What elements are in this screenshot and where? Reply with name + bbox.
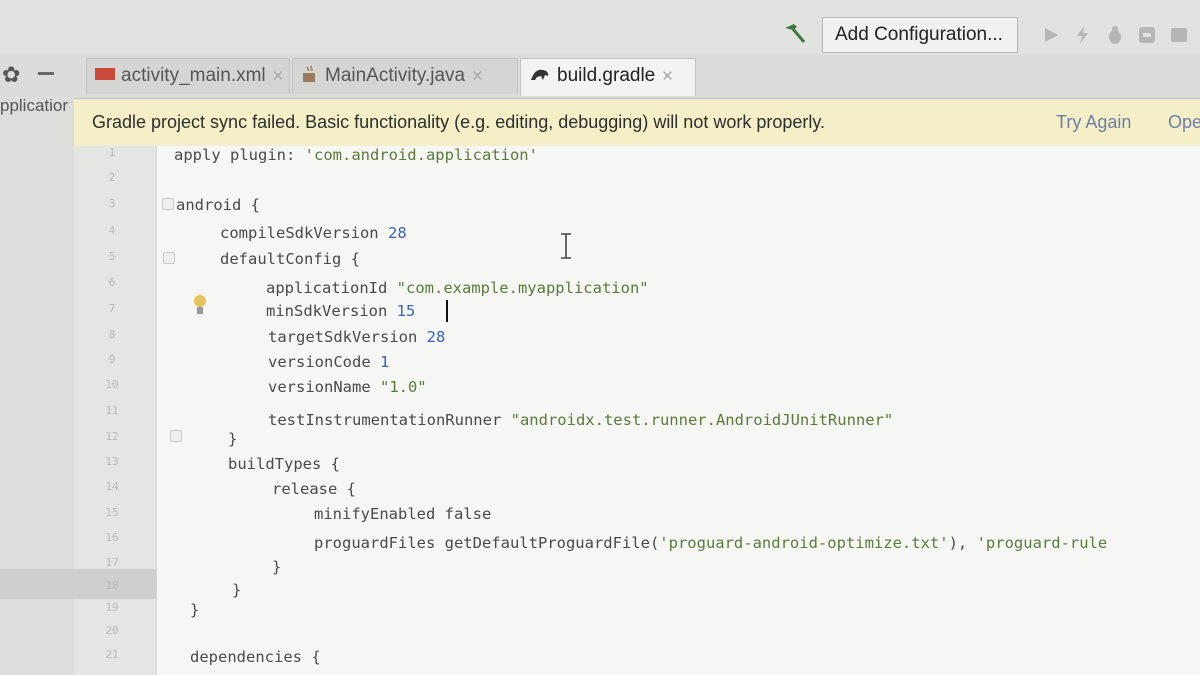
code-string: 'proguard-android-optimize.txt'	[659, 534, 949, 552]
line-number: 20	[105, 624, 119, 637]
current-line-highlight	[0, 569, 156, 599]
code-token: versionName	[268, 378, 380, 396]
line-number: 2	[108, 171, 116, 184]
notification-message: Gradle project sync failed. Basic functi…	[92, 112, 826, 132]
code-line: release {	[272, 480, 356, 498]
tab-activity-main-xml[interactable]: activity_main.xml ✕	[86, 58, 290, 94]
tab-label: MainActivity.java	[325, 65, 466, 86]
mouse-ibeam-cursor-icon	[561, 233, 571, 259]
java-file-icon	[303, 66, 315, 83]
xml-file-icon	[95, 68, 115, 81]
code-line: }	[190, 601, 200, 619]
code-line: }	[272, 558, 282, 576]
fold-marker[interactable]	[162, 198, 174, 210]
code-token: compileSdkVersion	[220, 224, 388, 242]
close-icon[interactable]: ✕	[471, 68, 484, 85]
sdk-manager-icon[interactable]	[1168, 24, 1190, 46]
code-string: "1.0"	[379, 378, 427, 396]
code-token: versionCode	[268, 353, 380, 371]
code-line: minSdkVersion 15	[266, 302, 415, 320]
text-caret	[446, 300, 448, 322]
line-number: 9	[108, 353, 116, 366]
tab-label: activity_main.xml	[121, 65, 266, 86]
hide-panel-icon[interactable]	[38, 72, 54, 75]
code-number: 1	[379, 353, 390, 371]
line-number: 8	[108, 328, 116, 341]
code-string: "androidx.test.runner.AndroidJUnitRunner…	[510, 411, 894, 429]
code-number: 15	[396, 302, 416, 320]
code-number: 28	[426, 328, 446, 346]
lightbulb-icon[interactable]	[193, 293, 207, 317]
code-line: testInstrumentationRunner "androidx.test…	[268, 411, 893, 429]
try-again-link[interactable]: Try Again	[1056, 112, 1131, 133]
line-number: 14	[105, 480, 119, 493]
build-hammer-icon[interactable]	[782, 20, 808, 46]
line-number: 21	[105, 648, 119, 661]
line-number: 16	[105, 531, 119, 544]
line-number: 10	[105, 378, 119, 391]
code-token: apply plugin:	[174, 146, 305, 164]
code-line: }	[228, 430, 238, 448]
line-number: 4	[108, 224, 116, 237]
code-line: applicationId "com.example.myapplication…	[266, 279, 649, 297]
profile-icon[interactable]	[1136, 24, 1158, 46]
main-toolbar: Add Configuration...	[0, 0, 1200, 54]
gradle-sync-notification: Gradle project sync failed. Basic functi…	[74, 100, 1200, 147]
code-line: targetSdkVersion 28	[268, 328, 445, 346]
line-number: 12	[105, 430, 119, 443]
code-token: ),	[948, 534, 977, 552]
code-token: applicationId	[266, 279, 397, 297]
gear-icon[interactable]: ✿	[2, 62, 20, 88]
code-line: defaultConfig {	[220, 250, 360, 268]
line-number: 15	[105, 506, 119, 519]
code-token: testInstrumentationRunner	[268, 411, 511, 429]
line-number: 19	[105, 601, 119, 614]
code-line: versionCode 1	[268, 353, 389, 371]
code-line: buildTypes {	[228, 455, 340, 473]
apply-changes-icon[interactable]	[1072, 24, 1094, 46]
code-string: 'proguard-rule	[976, 534, 1108, 552]
code-token: proguardFiles getDefaultProguardFile(	[314, 534, 660, 552]
debug-icon[interactable]	[1104, 24, 1126, 46]
code-line: android {	[176, 196, 260, 214]
code-string: 'com.android.application'	[304, 146, 538, 164]
line-number: 6	[108, 276, 116, 289]
line-number: 7	[108, 302, 116, 315]
code-line: versionName "1.0"	[268, 378, 427, 396]
line-number: 11	[105, 404, 119, 417]
code-line: dependencies {	[190, 648, 321, 666]
line-number: 17	[105, 556, 119, 569]
tab-main-activity-java[interactable]: MainActivity.java ✕	[292, 58, 518, 94]
tab-build-gradle[interactable]: build.gradle ✕	[520, 58, 696, 96]
code-line: compileSdkVersion 28	[220, 224, 407, 242]
line-number: 3	[108, 197, 116, 210]
code-line: minifyEnabled false	[314, 505, 492, 523]
line-number: 5	[108, 250, 116, 263]
line-number: 13	[105, 455, 119, 468]
editor-tab-strip: ✿ activity_main.xml ✕ MainActivity.java ✕ …	[0, 54, 1200, 99]
line-number: 1	[108, 146, 116, 159]
open-link[interactable]: Ope	[1168, 112, 1200, 133]
code-line: }	[232, 581, 242, 599]
gradle-file-icon	[531, 70, 549, 81]
code-token: targetSdkVersion	[268, 328, 427, 346]
close-icon[interactable]: ✕	[661, 68, 674, 85]
add-configuration-button[interactable]: Add Configuration...	[822, 17, 1018, 53]
project-panel-label[interactable]: pplicatior	[0, 96, 68, 116]
code-line: proguardFiles getDefaultProguardFile('pr…	[314, 534, 1107, 552]
tab-label: build.gradle	[557, 65, 656, 86]
fold-marker[interactable]	[170, 430, 182, 442]
code-string: "com.example.myapplication"	[396, 279, 649, 297]
fold-marker[interactable]	[163, 252, 175, 264]
line-number: 18	[105, 579, 119, 592]
code-line: apply plugin: 'com.android.application'	[174, 146, 538, 164]
close-icon[interactable]: ✕	[272, 68, 285, 85]
code-number: 28	[387, 224, 407, 242]
code-token: minSdkVersion	[266, 302, 397, 320]
run-icon[interactable]	[1040, 24, 1062, 46]
